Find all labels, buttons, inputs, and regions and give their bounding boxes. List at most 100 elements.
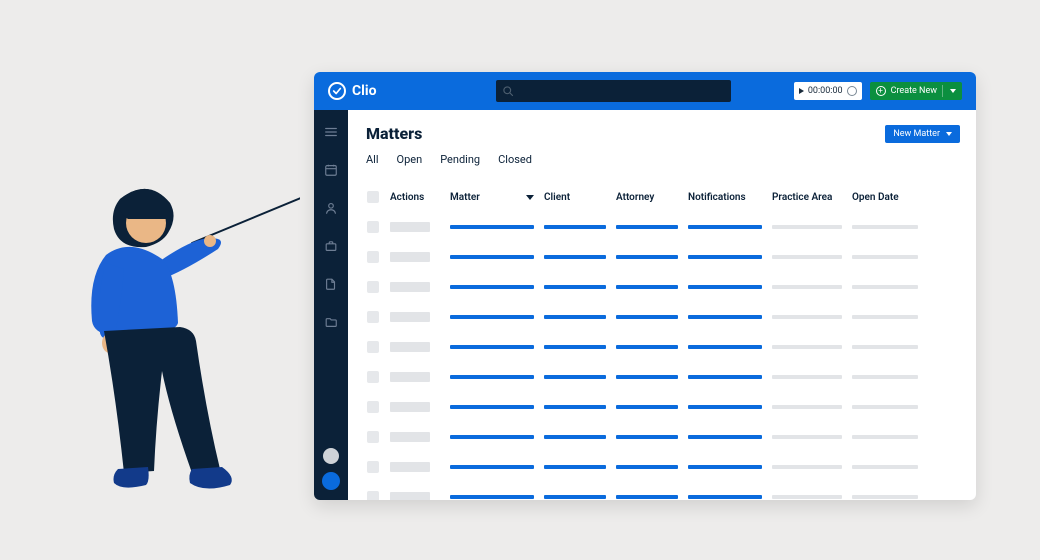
col-actions[interactable]: Actions <box>390 192 450 203</box>
notifications-link-placeholder[interactable] <box>688 285 762 289</box>
calendar-icon[interactable] <box>323 162 339 178</box>
open-date-placeholder <box>852 405 918 409</box>
client-link-placeholder[interactable] <box>544 495 606 499</box>
row-checkbox[interactable] <box>367 401 379 413</box>
col-client[interactable]: Client <box>544 192 616 203</box>
actions-placeholder[interactable] <box>390 402 430 412</box>
attorney-link-placeholder[interactable] <box>616 315 678 319</box>
row-checkbox[interactable] <box>367 221 379 233</box>
table-row[interactable] <box>366 452 960 482</box>
notifications-link-placeholder[interactable] <box>688 345 762 349</box>
actions-placeholder[interactable] <box>390 282 430 292</box>
col-matter[interactable]: Matter <box>450 192 544 203</box>
client-link-placeholder[interactable] <box>544 285 606 289</box>
attorney-link-placeholder[interactable] <box>616 495 678 499</box>
notifications-link-placeholder[interactable] <box>688 465 762 469</box>
select-all-checkbox[interactable] <box>367 191 379 203</box>
attorney-link-placeholder[interactable] <box>616 345 678 349</box>
attorney-link-placeholder[interactable] <box>616 285 678 289</box>
actions-placeholder[interactable] <box>390 312 430 322</box>
actions-placeholder[interactable] <box>390 342 430 352</box>
client-link-placeholder[interactable] <box>544 435 606 439</box>
matter-link-placeholder[interactable] <box>450 345 534 349</box>
actions-placeholder[interactable] <box>390 252 430 262</box>
actions-placeholder[interactable] <box>390 492 430 500</box>
attorney-link-placeholder[interactable] <box>616 405 678 409</box>
notifications-link-placeholder[interactable] <box>688 375 762 379</box>
client-link-placeholder[interactable] <box>544 465 606 469</box>
matter-link-placeholder[interactable] <box>450 405 534 409</box>
new-matter-button[interactable]: New Matter <box>885 125 960 143</box>
matter-link-placeholder[interactable] <box>450 495 534 499</box>
practice-area-placeholder <box>772 465 842 469</box>
matter-link-placeholder[interactable] <box>450 255 534 259</box>
search-icon <box>502 85 514 97</box>
notifications-link-placeholder[interactable] <box>688 255 762 259</box>
notifications-link-placeholder[interactable] <box>688 225 762 229</box>
table-row[interactable] <box>366 272 960 302</box>
rail-dot-blue[interactable] <box>322 472 340 490</box>
table-row[interactable] <box>366 302 960 332</box>
row-checkbox[interactable] <box>367 281 379 293</box>
actions-placeholder[interactable] <box>390 222 430 232</box>
table-row[interactable] <box>366 392 960 422</box>
attorney-link-placeholder[interactable] <box>616 225 678 229</box>
rail-dot-grey[interactable] <box>323 448 339 464</box>
table-row[interactable] <box>366 362 960 392</box>
client-link-placeholder[interactable] <box>544 405 606 409</box>
tab-open[interactable]: Open <box>397 153 423 172</box>
notifications-link-placeholder[interactable] <box>688 435 762 439</box>
table-row[interactable] <box>366 212 960 242</box>
timer-chip[interactable]: 00:00:00 <box>794 82 862 100</box>
notifications-link-placeholder[interactable] <box>688 495 762 499</box>
tab-pending[interactable]: Pending <box>440 153 480 172</box>
actions-placeholder[interactable] <box>390 462 430 472</box>
search-box[interactable] <box>496 80 731 102</box>
matter-link-placeholder[interactable] <box>450 315 534 319</box>
matter-link-placeholder[interactable] <box>450 465 534 469</box>
notifications-link-placeholder[interactable] <box>688 405 762 409</box>
matter-link-placeholder[interactable] <box>450 375 534 379</box>
search-input[interactable] <box>514 80 725 102</box>
col-notifications[interactable]: Notifications <box>688 192 772 203</box>
client-link-placeholder[interactable] <box>544 315 606 319</box>
briefcase-icon[interactable] <box>323 238 339 254</box>
row-checkbox[interactable] <box>367 311 379 323</box>
notifications-link-placeholder[interactable] <box>688 315 762 319</box>
row-checkbox[interactable] <box>367 371 379 383</box>
attorney-link-placeholder[interactable] <box>616 435 678 439</box>
client-link-placeholder[interactable] <box>544 375 606 379</box>
tab-closed[interactable]: Closed <box>498 153 532 172</box>
create-new-button[interactable]: + Create New <box>870 82 962 100</box>
actions-placeholder[interactable] <box>390 432 430 442</box>
attorney-link-placeholder[interactable] <box>616 465 678 469</box>
matter-link-placeholder[interactable] <box>450 285 534 289</box>
brand: Clio <box>328 82 376 100</box>
client-link-placeholder[interactable] <box>544 255 606 259</box>
menu-icon[interactable] <box>323 124 339 140</box>
document-icon[interactable] <box>323 276 339 292</box>
client-link-placeholder[interactable] <box>544 345 606 349</box>
col-practice-area[interactable]: Practice Area <box>772 192 852 203</box>
person-icon[interactable] <box>323 200 339 216</box>
row-checkbox[interactable] <box>367 341 379 353</box>
table-row[interactable] <box>366 482 960 500</box>
matter-link-placeholder[interactable] <box>450 225 534 229</box>
table-row[interactable] <box>366 242 960 272</box>
col-open-date[interactable]: Open Date <box>852 192 928 203</box>
folder-icon[interactable] <box>323 314 339 330</box>
table-row[interactable] <box>366 332 960 362</box>
row-checkbox[interactable] <box>367 251 379 263</box>
col-attorney[interactable]: Attorney <box>616 192 688 203</box>
matter-link-placeholder[interactable] <box>450 435 534 439</box>
attorney-link-placeholder[interactable] <box>616 375 678 379</box>
client-link-placeholder[interactable] <box>544 225 606 229</box>
tab-all[interactable]: All <box>366 153 379 172</box>
open-date-placeholder <box>852 375 918 379</box>
attorney-link-placeholder[interactable] <box>616 255 678 259</box>
row-checkbox[interactable] <box>367 491 379 500</box>
actions-placeholder[interactable] <box>390 372 430 382</box>
row-checkbox[interactable] <box>367 431 379 443</box>
table-row[interactable] <box>366 422 960 452</box>
row-checkbox[interactable] <box>367 461 379 473</box>
